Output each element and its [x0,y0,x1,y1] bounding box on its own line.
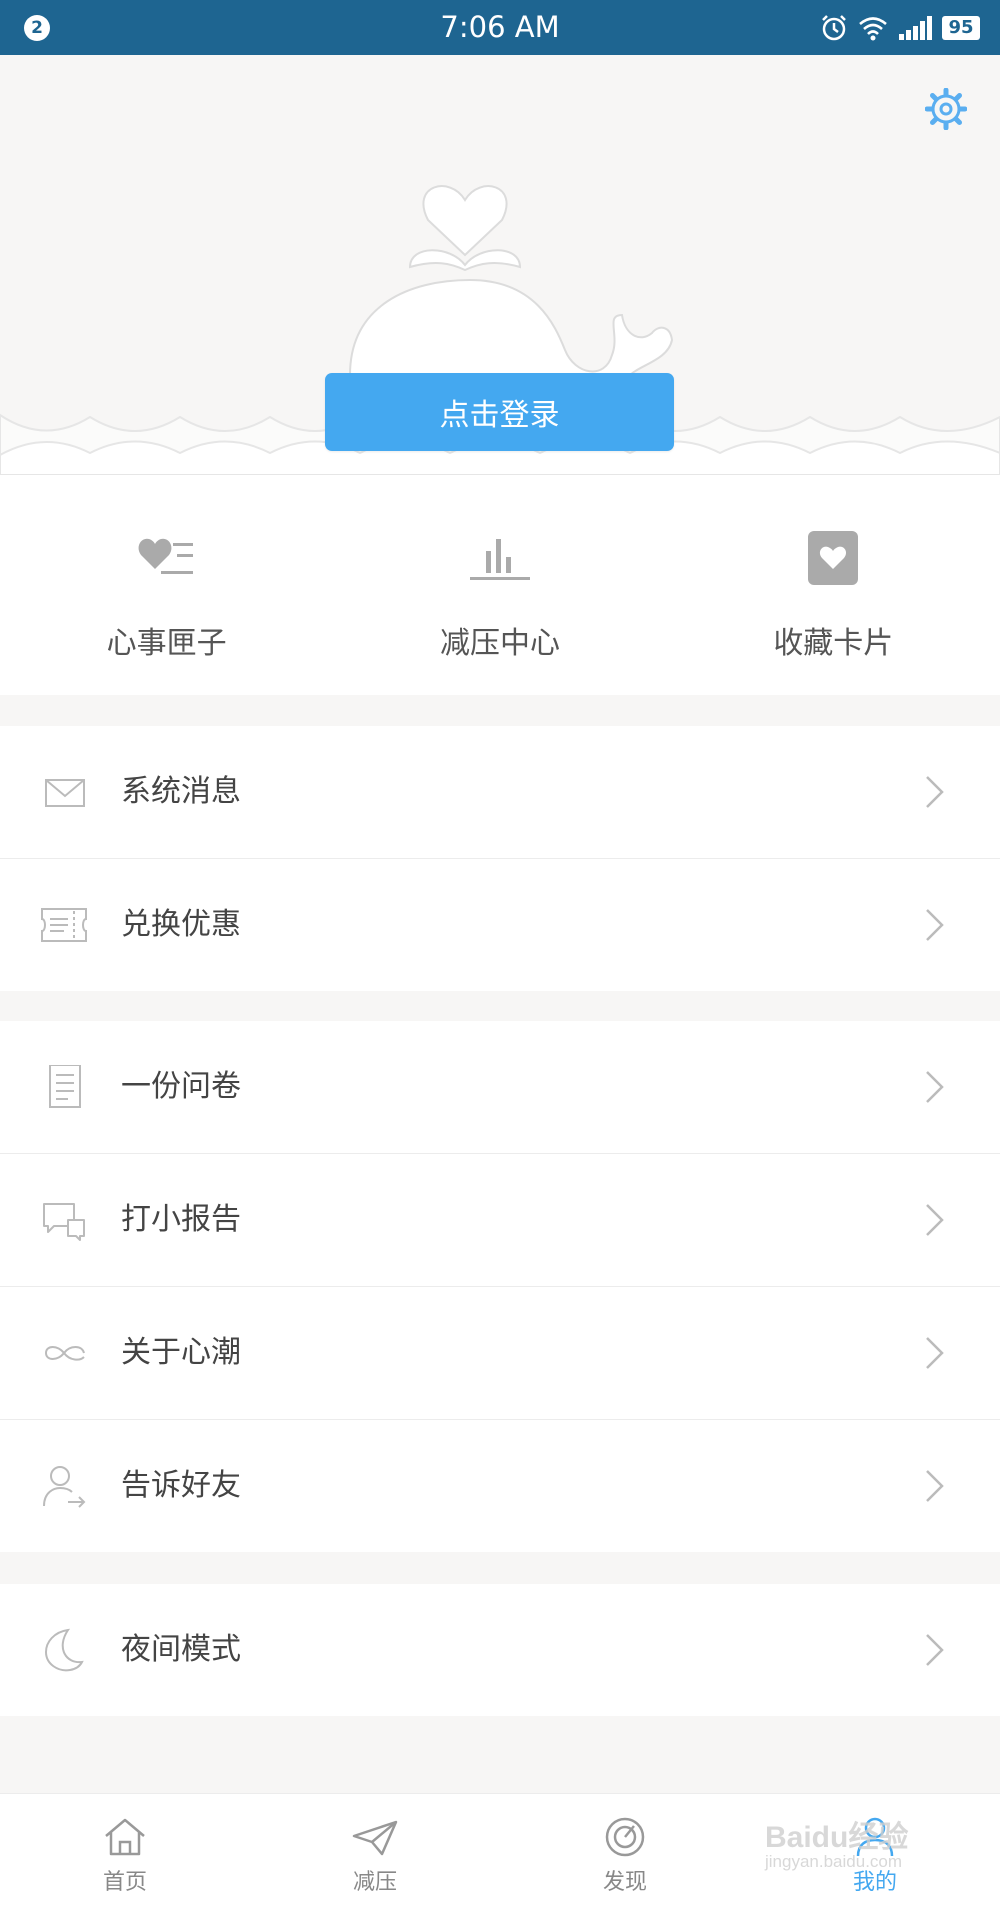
gear-icon[interactable] [925,88,967,130]
menu-item-redeem-offers[interactable]: 兑换优惠 [0,858,1000,991]
menu-item-label: 打小报告 [121,1202,241,1237]
menu-item-label: 告诉好友 [121,1468,241,1503]
chevron-right-icon [926,1634,944,1666]
compass-icon [605,1817,645,1857]
menu-group-1: 系统消息 兑换优惠 [0,726,1000,991]
chevron-right-icon [926,909,944,941]
share-user-icon [43,1466,86,1508]
quick-action-heart-box[interactable]: 心事匣子 [0,475,333,695]
heart-list-icon [138,538,193,574]
chevron-right-icon [926,1337,944,1369]
quick-action-label: 收藏卡片 [773,626,894,661]
infinity-icon [44,1346,85,1361]
tab-relax[interactable]: 减压 [250,1794,500,1908]
battery-indicator: 95 [942,16,980,40]
menu-item-night-mode[interactable]: 夜间模式 [0,1584,1000,1716]
tab-label: 首页 [102,1870,147,1895]
chevron-right-icon [926,1204,944,1236]
menu-item-label: 关于心潮 [121,1335,241,1370]
menu-item-label: 系统消息 [121,774,241,809]
quick-action-stress-center[interactable]: 减压中心 [333,475,666,695]
quick-action-label: 减压中心 [439,626,560,661]
chevron-right-icon [926,1071,944,1103]
menu-item-label: 夜间模式 [121,1632,241,1667]
quick-action-saved-cards[interactable]: 收藏卡片 [667,475,1000,695]
chevron-right-icon [926,1470,944,1502]
home-icon [105,1818,145,1856]
moon-icon [44,1628,84,1672]
menu-group-2: 一份问卷 打小报告 关于心潮 告诉好友 [0,1021,1000,1552]
mail-icon [45,779,85,807]
wifi-icon [859,17,887,41]
menu-item-report[interactable]: 打小报告 [0,1153,1000,1286]
menu-item-label: 兑换优惠 [121,907,241,942]
heart-card-icon [808,531,859,585]
menu-item-system-messages[interactable]: 系统消息 [0,726,1000,858]
menu-group-3: 夜间模式 [0,1584,1000,1716]
status-icons: 95 [820,12,980,44]
document-icon [49,1065,81,1108]
chat-bubbles-icon [43,1203,85,1241]
bar-chart-icon [469,539,530,580]
paper-plane-icon [352,1820,398,1856]
status-bar: 2 7:06 AM 95 [0,0,1000,55]
menu-item-about[interactable]: 关于心潮 [0,1286,1000,1419]
tab-home[interactable]: 首页 [0,1794,250,1908]
login-button[interactable]: 点击登录 [325,373,674,451]
menu-item-label: 一份问卷 [121,1069,241,1104]
signal-icon [899,16,932,40]
tab-label: 减压 [352,1870,397,1895]
coupon-icon [41,908,87,942]
chevron-right-icon [926,776,944,808]
tab-discover[interactable]: 发现 [500,1794,750,1908]
quick-actions: 心事匣子 减压中心 收藏卡片 [0,475,1000,695]
watermark-text: Baidu经验 [765,1821,909,1854]
menu-item-tell-friends[interactable]: 告诉好友 [0,1419,1000,1552]
menu-item-questionnaire[interactable]: 一份问卷 [0,1021,1000,1153]
baidu-watermark: Baidu经验 jingyan.baidu.com [765,1812,908,1872]
quick-action-label: 心事匣子 [106,626,227,661]
alarm-icon [822,15,846,41]
watermark-subtext: jingyan.baidu.com [765,1852,903,1871]
tab-label: 发现 [602,1870,647,1895]
